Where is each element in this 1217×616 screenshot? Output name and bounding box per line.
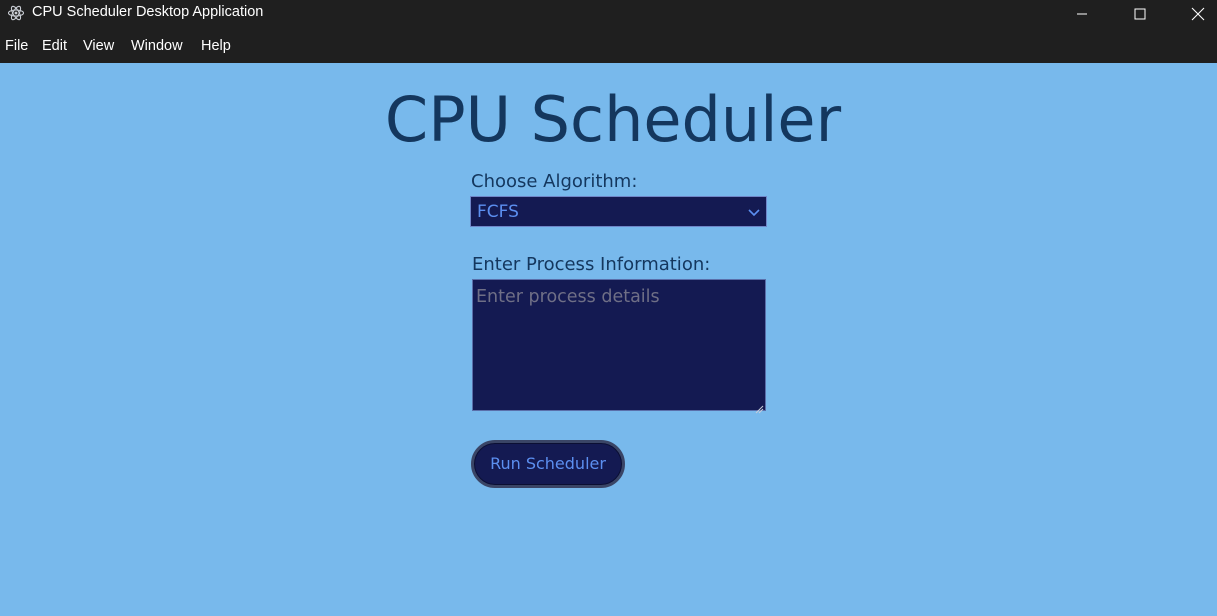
algorithm-label: Choose Algorithm: [471,171,638,192]
app-window: CPU Scheduler Desktop Application File E… [0,0,1217,616]
chevron-down-icon [747,204,761,218]
process-info-label: Enter Process Information: [472,254,711,275]
menu-view[interactable]: View [83,37,114,55]
page-title: CPU Scheduler [384,83,842,156]
algorithm-select[interactable]: FCFS [470,196,767,227]
close-button[interactable] [1169,0,1217,28]
resize-grip-icon[interactable] [754,399,764,414]
process-details-placeholder: Enter process details [476,287,660,307]
menu-bar: File Edit View Window Help [0,28,1217,63]
window-title: CPU Scheduler Desktop Application [32,4,264,20]
maximize-icon [1134,8,1146,20]
menu-edit[interactable]: Edit [42,37,67,55]
close-icon [1191,7,1205,21]
electron-atom-icon [7,4,25,22]
run-scheduler-label: Run Scheduler [490,454,606,473]
minimize-icon [1077,13,1087,15]
title-bar[interactable]: CPU Scheduler Desktop Application [0,0,1217,28]
algorithm-selected-value: FCFS [477,202,519,222]
minimize-button[interactable] [1053,0,1111,28]
menu-help[interactable]: Help [201,37,231,55]
run-scheduler-button[interactable]: Run Scheduler [471,440,625,488]
maximize-button[interactable] [1111,0,1169,28]
process-details-textarea[interactable]: Enter process details [472,279,766,414]
menu-file[interactable]: File [5,37,28,55]
menu-window[interactable]: Window [131,37,183,55]
